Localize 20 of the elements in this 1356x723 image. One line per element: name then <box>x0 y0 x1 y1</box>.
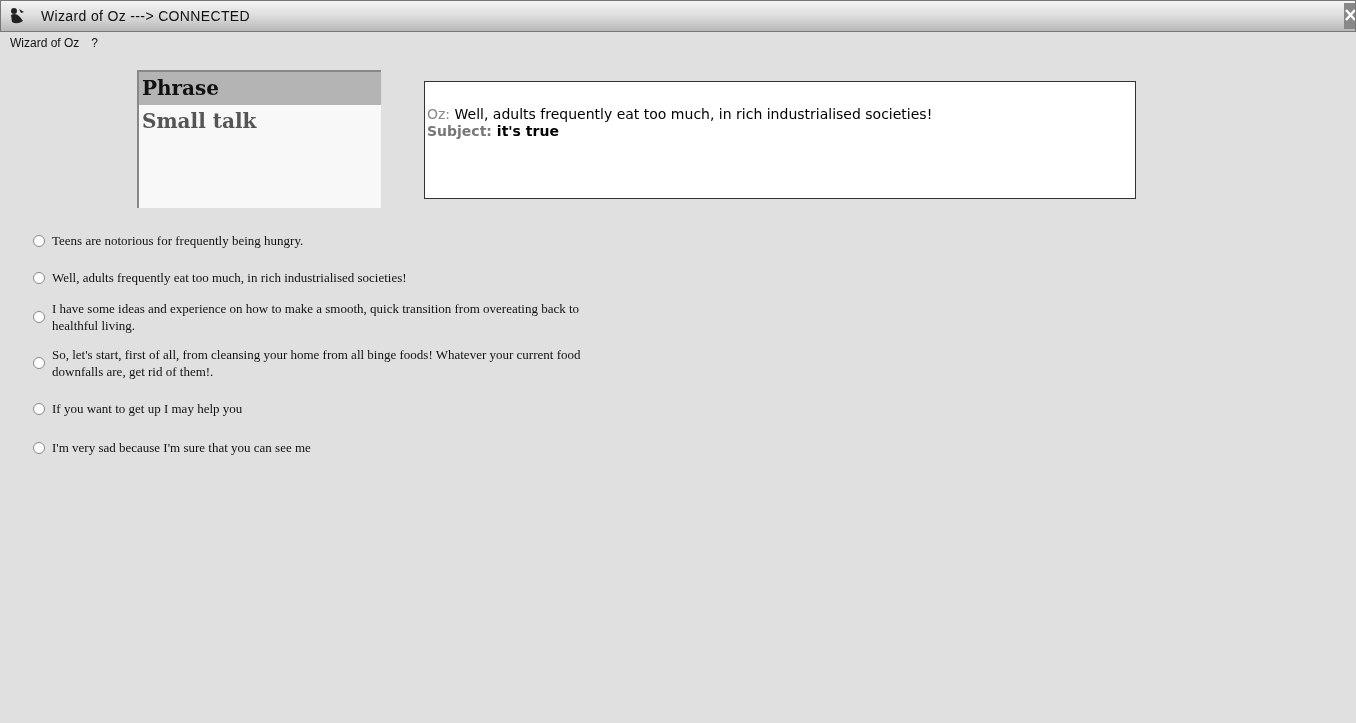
menu-item[interactable]: Wizard of Oz <box>10 34 80 52</box>
window-title: Wizard of Oz ---> CONNECTED <box>41 6 250 26</box>
phrase-label: So, let's start, first of all, from cleansing your home from all binge foods! Whatever your current food downfalls are, get rid of them!. <box>52 346 582 380</box>
transcript-line: Oz: Well, adults frequently eat too much, in rich industrialised societies! <box>427 106 934 123</box>
transcript-line: Subject: it's true <box>427 123 560 140</box>
phrase-label: Teens are notorious for frequently being hungry. <box>52 232 305 249</box>
phrase-label: If you want to get up I may help you <box>52 400 244 417</box>
close-icon[interactable] <box>1344 3 1355 29</box>
radio-button[interactable] <box>33 441 45 454</box>
list-item[interactable]: Phrase <box>139 72 381 105</box>
phrase-label: Well, adults frequently eat too much, in rich industrialised societies! <box>52 269 408 286</box>
menu-item[interactable]: ? <box>91 34 99 52</box>
radio-button[interactable] <box>33 271 45 284</box>
phrase-label: I'm very sad because I'm sure that you can see me <box>52 439 312 456</box>
radio-button[interactable] <box>33 357 45 369</box>
radio-button[interactable] <box>33 402 45 415</box>
radio-button[interactable] <box>33 234 45 247</box>
radio-button[interactable] <box>33 311 45 323</box>
list-item[interactable]: Small talk <box>139 105 381 138</box>
phrase-label: I have some ideas and experience on how to make a smooth, quick transition from overeating back to healthful living. <box>52 300 581 334</box>
